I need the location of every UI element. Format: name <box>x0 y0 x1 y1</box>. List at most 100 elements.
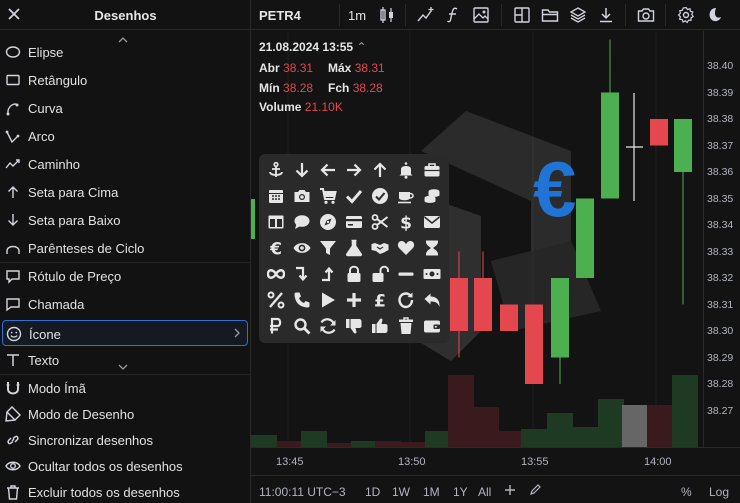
log-toggle[interactable]: Log <box>709 485 729 499</box>
legend-open: Abr 38.31 <box>259 61 314 75</box>
sidebar-item-label: Seta para Baixo <box>28 213 121 228</box>
level-up-icon[interactable] <box>316 262 340 286</box>
sidebar-item-hide-drawings[interactable]: Ocultar todos os desenhos <box>0 453 251 479</box>
function-icon[interactable] <box>444 6 462 24</box>
euro-icon[interactable]: € <box>264 236 288 260</box>
arrow-left-icon[interactable] <box>316 158 340 182</box>
arrow-right-icon[interactable] <box>342 158 366 182</box>
pound-icon[interactable]: £ <box>368 288 392 312</box>
anchor-icon[interactable] <box>264 158 288 182</box>
sidebar-item-label: Modo Ímã <box>28 381 86 396</box>
sidebar-item-icon[interactable]: Ícone <box>2 320 248 346</box>
compare-plus-icon[interactable] <box>504 484 516 496</box>
arrow-down-icon[interactable] <box>290 158 314 182</box>
ruble-icon[interactable] <box>264 314 288 338</box>
table-icon[interactable] <box>264 210 288 234</box>
sidebar-item-cycle-brackets[interactable]: Parênteses de Ciclo <box>0 235 251 261</box>
indicators-icon[interactable] <box>417 6 435 24</box>
sidebar-item-arc[interactable]: Arco <box>0 123 251 149</box>
lock-icon[interactable] <box>342 262 366 286</box>
arrow-up-icon[interactable] <box>368 158 392 182</box>
price-axis[interactable]: 38.40 38.39 38.38 38.37 38.36 38.35 38.34 38.33… <box>703 31 740 447</box>
text-icon <box>4 351 22 369</box>
image-icon[interactable] <box>472 6 490 24</box>
sidebar-item-draw-mode[interactable]: Modo de Desenho <box>0 401 251 427</box>
time-axis[interactable]: 13:45 13:50 13:55 14:00 <box>251 447 740 475</box>
minus-icon[interactable] <box>394 262 418 286</box>
folder-icon[interactable] <box>541 6 559 24</box>
bell-icon[interactable] <box>394 158 418 182</box>
credit-card-icon[interactable] <box>342 210 366 234</box>
percent-toggle[interactable]: % <box>681 485 692 499</box>
level-down-icon[interactable] <box>290 262 314 286</box>
sidebar-item-callout[interactable]: Chamada <box>0 291 251 317</box>
range-1d-button[interactable]: 1D <box>365 485 380 499</box>
range-1m-button[interactable]: 1M <box>423 485 440 499</box>
sidebar-item-rectangle[interactable]: Retângulo <box>0 67 251 93</box>
toolbar-divider <box>405 4 406 26</box>
coffee-icon[interactable] <box>394 184 418 208</box>
sidebar-item-arrow-down[interactable]: Seta para Baixo <box>0 207 251 233</box>
camera-icon[interactable] <box>637 6 655 24</box>
coins-icon[interactable] <box>420 184 444 208</box>
chevron-down-icon[interactable] <box>118 364 128 370</box>
unlock-icon[interactable] <box>368 262 392 286</box>
candles-icon[interactable] <box>379 6 397 24</box>
thumbs-down-icon[interactable] <box>342 314 366 338</box>
flask-icon[interactable] <box>342 236 366 260</box>
calendar-icon[interactable] <box>264 184 288 208</box>
wallet-icon[interactable] <box>420 314 444 338</box>
check-icon[interactable] <box>342 184 366 208</box>
sidebar-item-curve[interactable]: Curva <box>0 95 251 121</box>
plus-icon[interactable] <box>342 288 366 312</box>
filter-icon[interactable] <box>316 236 340 260</box>
sidebar-item-delete-drawings[interactable]: Excluir todos os desenhos <box>0 479 251 503</box>
sidebar-item-price-label[interactable]: Rótulo de Preço <box>0 263 251 289</box>
sidebar-item-sync-drawings[interactable]: Sincronizar desenhos <box>0 427 251 453</box>
sidebar-item-arrow-up[interactable]: Seta para Cima <box>0 179 251 205</box>
sidebar-item-ellipse[interactable]: Elipse <box>0 39 251 65</box>
trash-icon[interactable] <box>394 314 418 338</box>
phone-icon[interactable] <box>290 288 314 312</box>
symbol-search[interactable]: PETR4 <box>259 8 301 23</box>
check-circle-icon[interactable] <box>368 184 392 208</box>
briefcase-icon[interactable] <box>420 158 444 182</box>
chevron-up-icon[interactable]: ⌃ <box>356 40 366 54</box>
dollar-icon[interactable]: $ <box>394 210 418 234</box>
compass-icon[interactable] <box>316 210 340 234</box>
layers-icon[interactable] <box>569 6 587 24</box>
handshake-icon[interactable] <box>368 236 392 260</box>
envelope-icon[interactable] <box>420 210 444 234</box>
camera-icon[interactable] <box>290 184 314 208</box>
eye-icon[interactable] <box>290 236 314 260</box>
theme-moon-icon[interactable] <box>705 6 723 24</box>
hourglass-icon[interactable] <box>420 236 444 260</box>
download-icon[interactable] <box>597 6 615 24</box>
interval-selector[interactable]: 1m <box>348 8 366 23</box>
volume-bar <box>448 375 474 447</box>
price-axis-label: 38.35 <box>707 192 734 205</box>
pencil-icon[interactable] <box>529 484 541 496</box>
infinity-icon[interactable] <box>264 262 288 286</box>
layout-icon[interactable] <box>513 6 531 24</box>
range-1y-button[interactable]: 1Y <box>453 485 468 499</box>
play-icon[interactable] <box>316 288 340 312</box>
cart-icon[interactable] <box>316 184 340 208</box>
redo-icon[interactable] <box>394 288 418 312</box>
reply-icon[interactable] <box>420 288 444 312</box>
clock-label[interactable]: 11:00:11 UTC−3 <box>259 485 346 499</box>
sidebar-item-path[interactable]: Caminho <box>0 151 251 177</box>
comment-icon[interactable] <box>290 210 314 234</box>
search-icon[interactable] <box>290 314 314 338</box>
sync-icon[interactable] <box>316 314 340 338</box>
thumbs-up-icon[interactable] <box>368 314 392 338</box>
range-1w-button[interactable]: 1W <box>392 485 410 499</box>
scissors-icon[interactable] <box>368 210 392 234</box>
heart-icon[interactable] <box>394 236 418 260</box>
settings-icon[interactable] <box>677 6 695 24</box>
sidebar-item-magnet-mode[interactable]: Modo Ímã <box>0 375 251 401</box>
range-all-button[interactable]: All <box>478 485 491 499</box>
percent-icon[interactable] <box>264 288 288 312</box>
price-axis-label: 38.37 <box>707 139 734 152</box>
money-bill-icon[interactable] <box>420 262 444 286</box>
